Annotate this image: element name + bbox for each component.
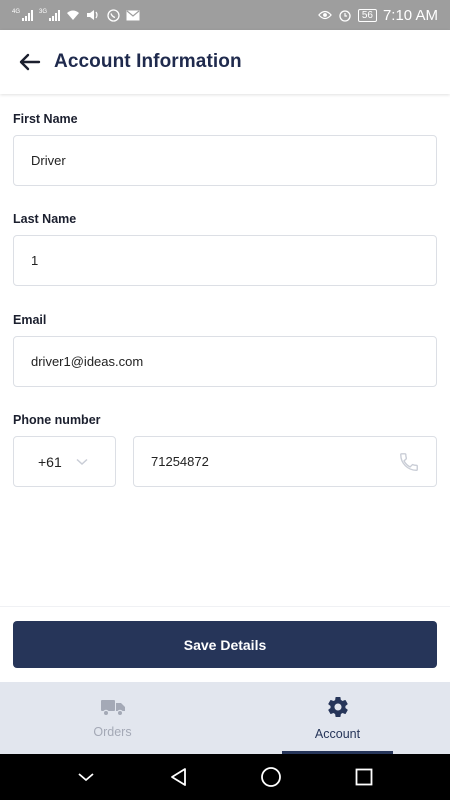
nav-label-orders: Orders bbox=[93, 725, 132, 739]
arrow-left-icon bbox=[19, 53, 41, 71]
system-home-button[interactable] bbox=[259, 765, 283, 789]
alarm-icon bbox=[338, 9, 352, 22]
nav-item-account[interactable]: Account bbox=[225, 682, 450, 754]
gear-icon bbox=[327, 697, 348, 718]
eye-icon bbox=[317, 9, 332, 21]
app-bar: Account Information bbox=[0, 30, 450, 94]
last-name-input[interactable]: 1 bbox=[13, 235, 437, 286]
back-triangle-icon bbox=[170, 768, 186, 786]
truck-icon bbox=[100, 700, 125, 717]
first-name-value: Driver bbox=[31, 153, 66, 168]
mail-icon bbox=[126, 9, 140, 21]
status-right: 56 7:10 AM bbox=[317, 6, 438, 24]
last-name-label: Last Name bbox=[13, 212, 77, 226]
chevron-down-icon bbox=[76, 458, 88, 465]
wifi-icon bbox=[66, 9, 80, 21]
volume-icon bbox=[86, 9, 100, 21]
network-type-2: 3G bbox=[39, 9, 48, 15]
first-name-label: First Name bbox=[13, 112, 78, 126]
chevron-down-icon bbox=[78, 773, 94, 782]
system-recents-button[interactable] bbox=[352, 765, 376, 789]
whatsapp-icon bbox=[106, 8, 120, 22]
phone-number-value: 71254872 bbox=[151, 454, 209, 469]
recents-square-icon bbox=[355, 768, 373, 786]
phone-icon bbox=[400, 452, 418, 471]
email-label: Email bbox=[13, 313, 47, 327]
email-value: driver1@ideas.com bbox=[31, 354, 144, 369]
signal-icon-2: 3G bbox=[39, 9, 61, 21]
nav-item-orders[interactable]: Orders bbox=[0, 682, 225, 754]
country-code-select[interactable]: +61 bbox=[13, 436, 116, 487]
save-details-button[interactable]: Save Details bbox=[13, 621, 437, 668]
system-back-button[interactable] bbox=[167, 765, 191, 789]
last-name-value: 1 bbox=[31, 253, 39, 268]
nav-label-account: Account bbox=[314, 727, 361, 741]
system-navigation-bar bbox=[0, 754, 450, 800]
email-input[interactable]: driver1@ideas.com bbox=[13, 336, 437, 387]
first-name-input[interactable]: Driver bbox=[13, 135, 437, 186]
status-left: 4G 3G bbox=[12, 8, 140, 22]
country-code-value: +61 bbox=[38, 453, 62, 470]
clock: 7:10 AM bbox=[382, 6, 438, 24]
bottom-navigation: Orders Account bbox=[0, 682, 450, 754]
battery-indicator: 56 bbox=[357, 8, 377, 22]
back-button[interactable] bbox=[18, 50, 42, 74]
signal-icon: 4G bbox=[12, 9, 34, 21]
page-title: Account Information bbox=[54, 51, 242, 72]
phone-number-input[interactable]: 71254872 bbox=[133, 436, 437, 487]
hide-keyboard-button[interactable] bbox=[74, 765, 98, 789]
status-bar: 4G 3G 56 7:10 AM bbox=[0, 0, 450, 30]
network-type-1: 4G bbox=[12, 9, 21, 15]
home-circle-icon bbox=[261, 767, 282, 787]
phone-label: Phone number bbox=[13, 413, 101, 427]
